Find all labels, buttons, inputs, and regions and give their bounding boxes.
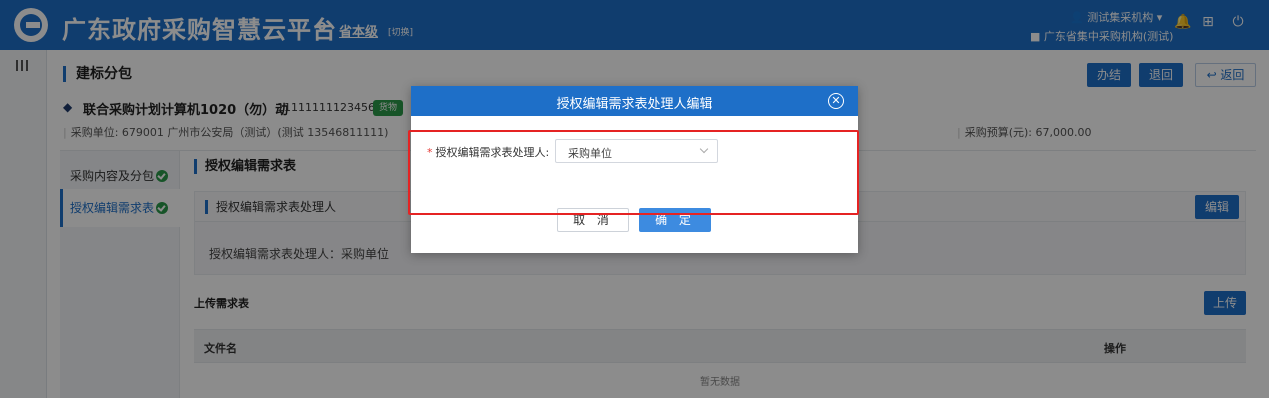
close-icon[interactable]: ✕ — [828, 93, 844, 109]
dialog-header: 授权编辑需求表处理人编辑 ✕ — [411, 86, 858, 116]
annotation-highlight-box — [408, 130, 859, 215]
dialog-title: 授权编辑需求表处理人编辑 — [556, 97, 713, 112]
